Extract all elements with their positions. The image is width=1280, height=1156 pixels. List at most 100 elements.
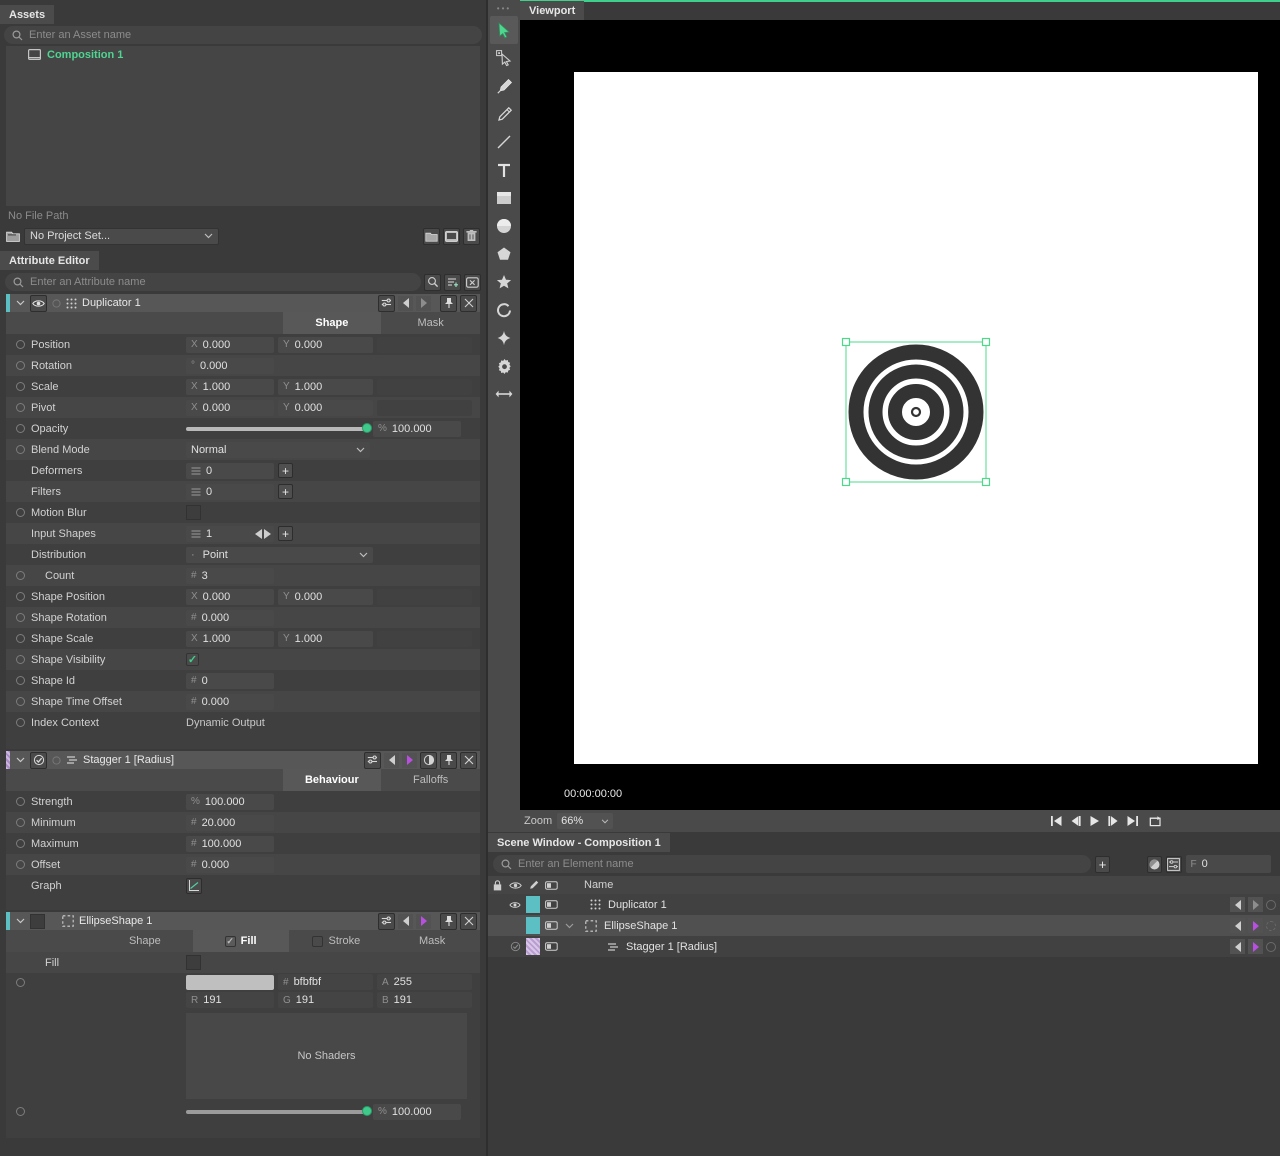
row-prev-button[interactable] xyxy=(1230,897,1245,912)
attr-row-strength[interactable]: Strength %100.000 xyxy=(6,791,480,812)
shape-visibility-checkbox[interactable]: ✓ xyxy=(186,653,199,666)
shape-position-y-input[interactable]: Y0.000 xyxy=(278,589,373,605)
row-color-chip[interactable] xyxy=(524,936,542,957)
add-attribute-button[interactable] xyxy=(444,274,461,291)
keyframe-toggle[interactable] xyxy=(16,445,25,454)
scene-settings-icon[interactable] xyxy=(1166,856,1181,873)
line-tool[interactable] xyxy=(490,128,518,156)
attr-row-shape-visibility[interactable]: Shape Visibility ✓ xyxy=(6,649,480,670)
attr-row-fill-color[interactable]: #bfbfbf A255 xyxy=(6,973,480,991)
keyframe-toggle[interactable] xyxy=(16,978,25,987)
viewport-canvas[interactable]: 00:00:00:00 xyxy=(520,20,1280,810)
enable-checkbox[interactable] xyxy=(30,752,47,769)
attr-row-deformers[interactable]: Deformers 0 + xyxy=(6,460,480,481)
subtab-falloffs[interactable]: Falloffs xyxy=(381,769,480,791)
pen-tool[interactable] xyxy=(490,72,518,100)
keyframe-toggle[interactable] xyxy=(16,839,25,848)
shading-icon[interactable] xyxy=(1147,856,1162,873)
row-next-button[interactable] xyxy=(1248,918,1263,933)
strength-input[interactable]: %100.000 xyxy=(186,794,274,810)
first-frame-icon[interactable] xyxy=(1048,813,1065,830)
attr-row-fill[interactable]: Fill xyxy=(6,952,480,973)
row-next-button[interactable] xyxy=(1248,939,1263,954)
attr-row-opacity[interactable]: Opacity %100.000 xyxy=(6,418,480,439)
keyframe-toggle[interactable] xyxy=(16,797,25,806)
attr-row-position[interactable]: Position X0.000 Y0.000 xyxy=(6,334,480,355)
keyframe-toggle[interactable] xyxy=(16,613,25,622)
row-lock-toggle[interactable] xyxy=(488,936,506,957)
node-header-stagger[interactable]: Stagger 1 [Radius] xyxy=(6,751,480,769)
row-visibility-toggle[interactable] xyxy=(506,915,524,936)
row-output-dot[interactable] xyxy=(1266,942,1276,952)
fill-green-input[interactable]: G191 xyxy=(278,992,373,1008)
fill-hex-input[interactable]: #bfbfbf xyxy=(278,974,373,990)
next-frame-icon[interactable] xyxy=(1105,813,1122,830)
fill-blue-input[interactable]: B191 xyxy=(377,992,472,1008)
element-search-input[interactable]: Enter an Element name xyxy=(493,855,1091,873)
attr-row-offset[interactable]: Offset #0.000 xyxy=(6,854,480,875)
pivot-y-input[interactable]: Y0.000 xyxy=(278,400,373,416)
shaders-list[interactable]: No Shaders xyxy=(186,1013,467,1099)
shape-position-x-input[interactable]: X0.000 xyxy=(186,589,274,605)
assets-list[interactable]: Composition 1 xyxy=(6,46,480,206)
sparkle-tool[interactable] xyxy=(490,324,518,352)
row-lock-toggle[interactable] xyxy=(488,915,506,936)
attr-row-input-shapes[interactable]: Input Shapes 1 + xyxy=(6,523,480,544)
row-display-toggle[interactable] xyxy=(542,936,560,957)
fill-alpha-input[interactable]: A255 xyxy=(377,974,472,990)
keyframe-toggle[interactable] xyxy=(16,361,25,370)
row-visibility-toggle[interactable] xyxy=(506,894,524,915)
row-lock-toggle[interactable] xyxy=(488,894,506,915)
add-filter-button[interactable]: + xyxy=(278,484,293,499)
shape-scale-x-input[interactable]: X1.000 xyxy=(186,631,274,647)
toolstrip-grip[interactable]: ••• xyxy=(497,4,511,16)
input-shapes-list[interactable]: 1 xyxy=(186,526,274,542)
row-output-dot[interactable] xyxy=(1266,900,1276,910)
ellipse-tool[interactable] xyxy=(490,212,518,240)
attr-row-shaders[interactable]: No Shaders xyxy=(6,1009,480,1101)
arc-tool[interactable] xyxy=(490,296,518,324)
attr-row-pivot[interactable]: Pivot X0.000 Y0.000 xyxy=(6,397,480,418)
close-icon[interactable] xyxy=(460,295,477,312)
add-deformer-button[interactable]: + xyxy=(278,463,293,478)
node-header-ellipseshape[interactable]: EllipseShape 1 xyxy=(6,912,480,930)
node-prev-button[interactable] xyxy=(398,296,413,311)
attr-row-motion-blur[interactable]: Motion Blur xyxy=(6,502,480,523)
tab-assets[interactable]: Assets xyxy=(0,5,54,24)
asset-search-input[interactable]: Enter an Asset name xyxy=(4,26,482,44)
subtab-fill[interactable]: ✓ Fill xyxy=(193,930,289,952)
scale-x-input[interactable]: X1.000 xyxy=(186,379,274,395)
node-header-duplicator[interactable]: Duplicator 1 xyxy=(6,294,480,312)
fill-color-swatch[interactable] xyxy=(186,955,201,970)
subtab-mask[interactable]: Mask xyxy=(384,930,480,952)
attr-row-distribution[interactable]: Distribution ·Point xyxy=(6,544,480,565)
node-settings-icon[interactable] xyxy=(378,913,395,930)
last-frame-icon[interactable] xyxy=(1124,813,1141,830)
shape-time-offset-input[interactable]: #0.000 xyxy=(186,694,274,710)
artboard[interactable] xyxy=(574,72,1258,764)
keyframe-toggle[interactable] xyxy=(16,592,25,601)
node-solo-dot[interactable] xyxy=(52,299,61,308)
opacity-slider[interactable] xyxy=(186,427,373,431)
tab-viewport[interactable]: Viewport xyxy=(520,1,584,20)
keyframe-toggle[interactable] xyxy=(16,571,25,580)
zoom-select[interactable]: 66% xyxy=(557,813,613,829)
position-x-input[interactable]: X0.000 xyxy=(186,337,274,353)
shape-position-z-input[interactable] xyxy=(377,589,472,605)
distribution-select[interactable]: ·Point xyxy=(186,547,373,563)
loop-icon[interactable] xyxy=(1147,813,1164,830)
row-output-dot[interactable] xyxy=(1266,921,1276,931)
row-prev-button[interactable] xyxy=(1230,918,1245,933)
pin-icon[interactable] xyxy=(440,295,457,312)
tab-scene-window[interactable]: Scene Window - Composition 1 xyxy=(488,833,670,852)
frame-input[interactable]: F0 xyxy=(1186,855,1272,873)
close-icon[interactable] xyxy=(460,752,477,769)
attr-row-shape-time-offset[interactable]: Shape Time Offset #0.000 xyxy=(6,691,480,712)
project-select[interactable]: No Project Set... xyxy=(24,228,219,245)
keyframe-toggle[interactable] xyxy=(16,818,25,827)
asset-item-composition-1[interactable]: Composition 1 xyxy=(6,46,480,63)
attr-row-fill-opacity[interactable]: %100.000 xyxy=(6,1101,480,1122)
input-shapes-next[interactable] xyxy=(264,529,271,539)
row-enable-toggle[interactable] xyxy=(506,936,524,957)
attr-row-graph[interactable]: Graph xyxy=(6,875,480,896)
